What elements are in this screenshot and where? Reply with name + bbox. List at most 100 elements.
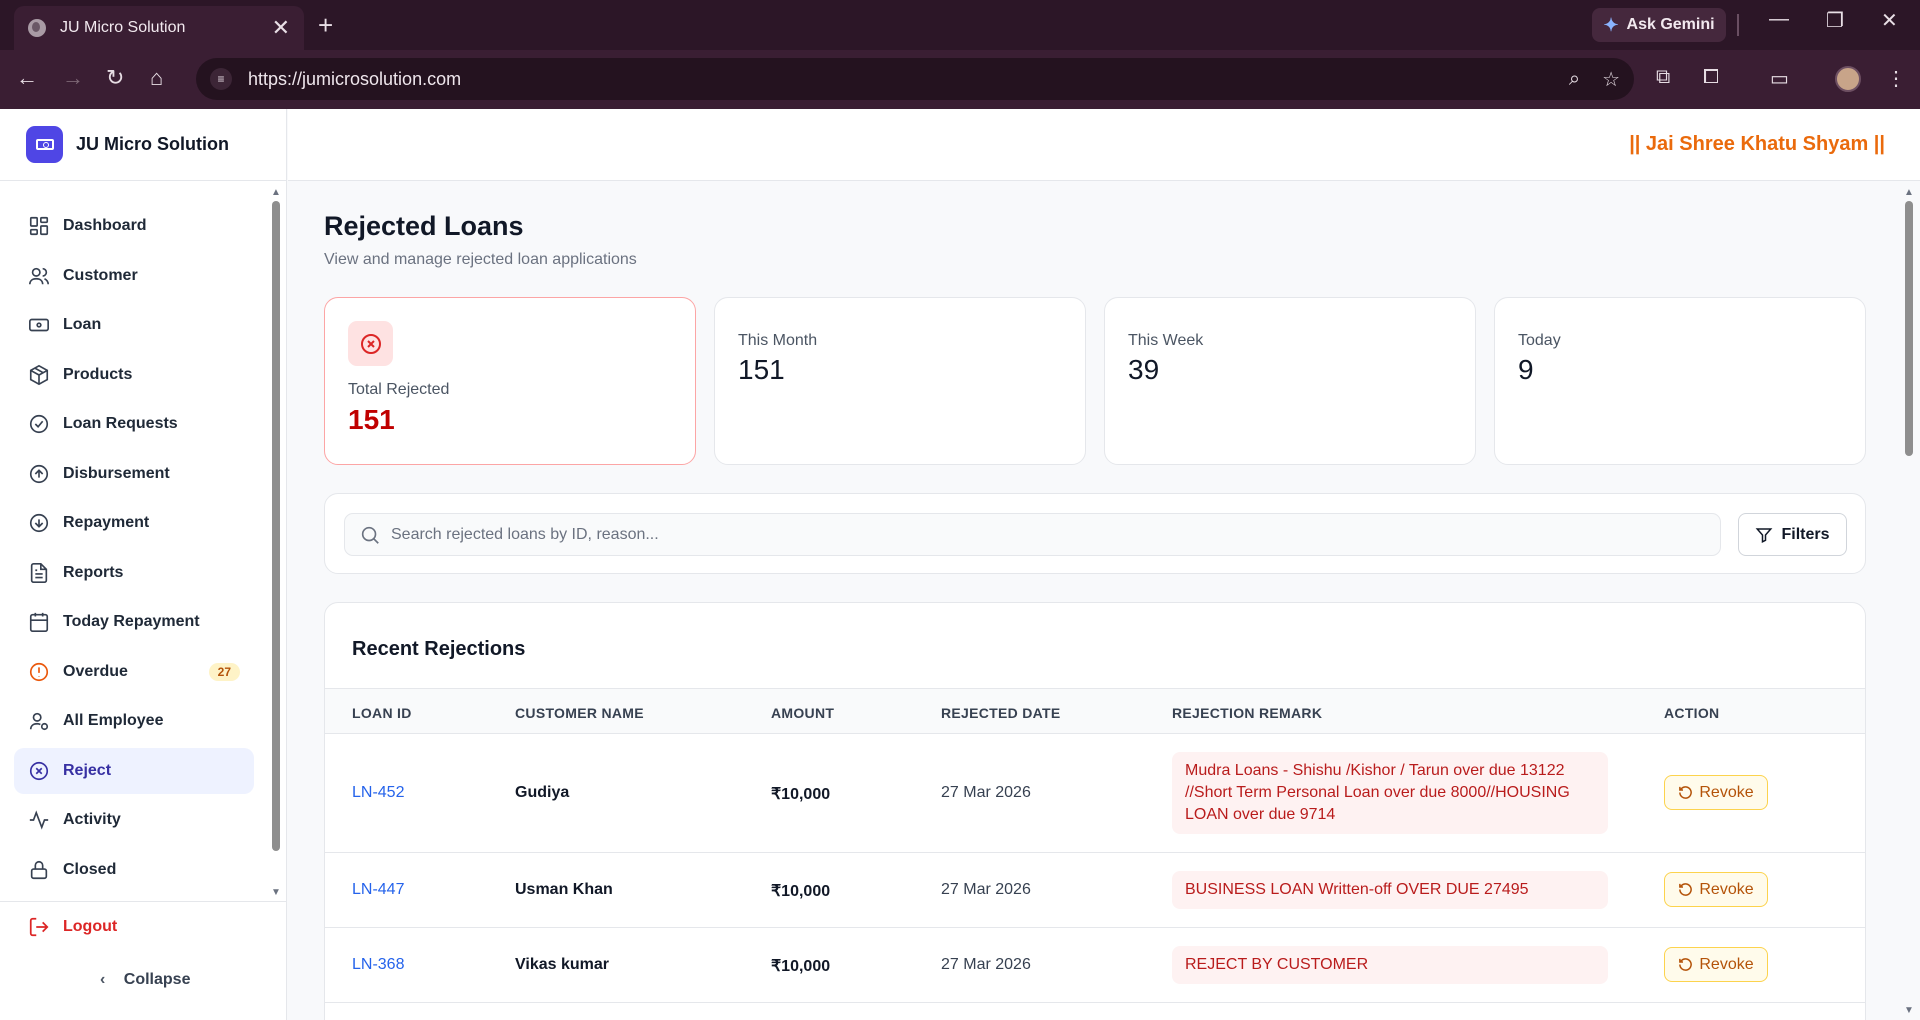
sidebar-item-label: Activity [63,811,121,828]
users-icon [28,265,50,287]
revoke-button[interactable]: Revoke [1664,947,1768,982]
translate-icon[interactable]: ⧉ [1656,66,1670,89]
file-text-icon [28,562,50,584]
column-header: AMOUNT [771,705,835,721]
scroll-down-icon[interactable]: ▼ [271,887,281,898]
sidebar-scrollbar-thumb[interactable] [272,201,280,851]
home-icon[interactable]: ⌂ [150,65,163,91]
chevron-left-icon: ‹ [100,971,106,988]
scroll-up-icon[interactable]: ▲ [271,187,281,198]
page-subtitle: View and manage rejected loan applicatio… [324,251,637,268]
search-icon [361,526,379,544]
browser-tab[interactable]: JU Micro Solution ✕ [14,6,304,50]
sidebar-item-today-repayment[interactable]: Today Repayment [14,599,254,645]
sidebar-item-label: Loan [63,316,102,333]
site-info-icon[interactable]: ≡ [210,68,232,90]
rejection-remark: Mudra Loans - Shishu /Kishor / Tarun ove… [1172,752,1608,834]
revoke-button[interactable]: Revoke [1664,775,1768,810]
revoke-label: Revoke [1699,880,1754,898]
lock-icon [28,859,50,881]
extensions-icon[interactable]: ⧠ [1703,66,1719,89]
stat-value: 151 [738,354,785,385]
revoke-label: Revoke [1699,955,1754,973]
globe-icon [28,19,46,37]
window-close-icon[interactable]: ✕ [1881,8,1898,33]
sidebar-footer: Logout ‹ Collapse [0,901,287,988]
stat-card-today: Today 9 [1494,297,1866,465]
column-header: LOAN ID [352,705,412,721]
calendar-icon [28,611,50,633]
activity-icon [28,809,50,831]
rejection-remark: BUSINESS LOAN Written-off OVER DUE 27495 [1172,871,1608,909]
sidebar-item-overdue[interactable]: Overdue 27 [14,649,254,695]
revoke-button[interactable]: Revoke [1664,872,1768,907]
address-bar[interactable]: ≡ https://jumicrosolution.com ⌕ ☆ [196,58,1634,100]
stat-value: 39 [1128,354,1160,385]
close-tab-icon[interactable]: ✕ [272,17,290,39]
back-icon[interactable]: ← [16,65,38,91]
loan-id-link[interactable]: LN-368 [352,956,404,974]
app: JU Micro Solution Dashboard Customer Loa… [0,109,1920,1020]
sidebar-item-label: Reject [63,761,112,779]
profile-avatar[interactable] [1835,66,1861,92]
sidebar-item-label: All Employee [63,712,164,729]
arrow-down-circle-icon [28,512,50,534]
filter-icon [1756,527,1773,543]
zoom-icon[interactable]: ⌕ [1569,68,1580,91]
search-input[interactable] [391,525,1720,544]
loan-id-link[interactable]: LN-447 [352,881,404,899]
search-box[interactable] [344,513,1721,556]
sidebar-item-repayment[interactable]: Repayment [14,500,254,546]
bookmark-star-icon[interactable]: ☆ [1602,67,1620,92]
sidebar-scrollbar[interactable]: ▲ ▼ [271,187,281,899]
forward-icon[interactable]: → [62,65,84,91]
sidebar-item-loan-requests[interactable]: Loan Requests [14,401,254,447]
menu-icon[interactable]: ⋮ [1886,66,1906,91]
rejected-date: 27 Mar 2026 [941,784,1031,801]
scroll-down-icon[interactable]: ▼ [1904,1005,1914,1016]
restore-icon[interactable]: ❐ [1826,8,1844,33]
sidebar-item-label: Closed [63,860,117,878]
sidebar-item-label: Products [63,365,133,383]
dashboard-icon [28,215,50,237]
sidebar-item-reject[interactable]: Reject [14,747,254,794]
new-tab-button[interactable]: + [318,12,333,38]
logout-icon [29,917,49,937]
sidebar-item-reports[interactable]: Reports [14,550,254,596]
sidebar-item-products[interactable]: Products [14,352,254,398]
alert-circle-icon [28,661,50,683]
sidebar-item-closed[interactable]: Closed [14,847,254,893]
main-scrollbar[interactable]: ▲ ▼ [1903,187,1915,1017]
collapse-button[interactable]: ‹ Collapse [100,971,190,989]
scroll-up-icon[interactable]: ▲ [1904,187,1914,198]
stat-label: Total Rejected [348,381,450,398]
arrow-up-circle-icon [28,463,50,485]
browser-toolbar: ← → ↻ ⌂ ≡ https://jumicrosolution.com ⌕ … [0,50,1920,109]
sidebar-nav: Dashboard Customer Loan Products Loan Re… [14,203,254,896]
stat-label: Today [1518,332,1561,349]
sidebar-item-all-employee[interactable]: All Employee [14,698,254,744]
reload-icon[interactable]: ↻ [106,65,124,91]
main-scrollbar-thumb[interactable] [1905,201,1913,456]
brand[interactable]: JU Micro Solution [0,109,287,181]
tab-title: JU Micro Solution [60,19,186,36]
sidebar-item-loan[interactable]: Loan [14,302,254,348]
sidebar-item-dashboard[interactable]: Dashboard [14,203,254,249]
sidebar-item-activity[interactable]: Activity [14,797,254,843]
x-circle-icon [28,760,50,782]
minimize-icon[interactable]: — [1769,8,1789,31]
url-text: https://jumicrosolution.com [248,68,462,89]
sidebar-item-customer[interactable]: Customer [14,253,254,299]
tab-search-icon[interactable]: ▭ [1770,66,1789,91]
table-row: LN-368 Vikas kumar ₹10,000 27 Mar 2026 R… [325,928,1865,1003]
stat-card-this-month: This Month 151 [714,297,1086,465]
ask-gemini-button[interactable]: ✦ Ask Gemini [1592,8,1726,42]
sidebar-item-disbursement[interactable]: Disbursement [14,451,254,497]
stat-label: This Week [1128,332,1204,349]
filters-button[interactable]: Filters [1738,513,1847,556]
logout-button[interactable]: Logout [28,916,117,938]
overdue-count-badge: 27 [208,662,240,681]
loan-id-link[interactable]: LN-452 [352,784,404,802]
sidebar-item-label: Disbursement [63,464,170,482]
x-circle-icon [348,321,393,366]
